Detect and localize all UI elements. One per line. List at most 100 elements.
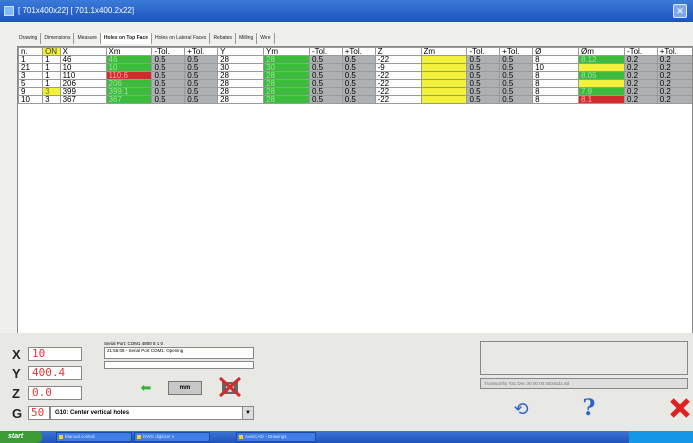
column-header[interactable]: -Tol.: [623, 47, 658, 56]
table-cell[interactable]: 0.5: [184, 71, 219, 80]
table-cell[interactable]: 10: [18, 95, 44, 104]
window-close-button[interactable]: ✕: [673, 4, 687, 18]
table-cell[interactable]: 0.5: [308, 87, 343, 96]
table-cell[interactable]: 0.2: [656, 55, 692, 64]
table-cell[interactable]: 367: [59, 95, 107, 104]
table-row[interactable]: 9 3 399 399.1 0.5 0.5 28 28 0.5 0.5 -22 0.5 0.5 8 7.9 0…: [18, 87, 692, 96]
table-row[interactable]: 10 3 367 367 0.5 0.5 28 28 0.5 0.5 -22 0.5 0.5 8 8.1 0.…: [18, 95, 692, 104]
column-header[interactable]: Zm: [420, 47, 468, 56]
table-cell[interactable]: [420, 87, 468, 96]
table-cell[interactable]: 1: [42, 71, 61, 80]
table-cell[interactable]: 0.5: [499, 87, 534, 96]
table-cell[interactable]: 8.1: [578, 95, 625, 104]
table-cell[interactable]: 0.5: [184, 87, 219, 96]
column-header[interactable]: n.: [18, 47, 44, 56]
table-cell[interactable]: 0.5: [184, 55, 219, 64]
taskbar-item-autocad[interactable]: AutoCAD - Drawing1: [236, 432, 316, 442]
table-cell[interactable]: 0.2: [656, 71, 692, 80]
table-row[interactable]: 3 1 110 110.6 0.5 0.5 28 28 0.5 0.5 -22 0.5 0.5 8 8.05…: [18, 71, 692, 80]
table-cell[interactable]: 367: [105, 95, 153, 104]
table-cell[interactable]: 0.5: [341, 55, 376, 64]
taskbar-item-dwg[interactable]: DWG digitizer v: [134, 432, 210, 442]
table-cell[interactable]: 0.5: [308, 63, 343, 72]
column-header[interactable]: -Tol.: [308, 47, 343, 56]
table-cell[interactable]: 0.5: [184, 95, 219, 104]
refresh-icon[interactable]: ⟲: [510, 399, 532, 419]
tab-measure[interactable]: Measure: [74, 33, 101, 44]
table-cell[interactable]: 0.2: [623, 63, 658, 72]
column-header[interactable]: Ym: [263, 47, 310, 56]
table-row[interactable]: 1 1 46 46 0.5 0.5 28 28 0.5 0.5 -22 0.5 0.5 8 8.12 0.2 0…: [18, 55, 692, 64]
table-cell[interactable]: 206: [105, 79, 153, 88]
table-cell[interactable]: -22: [374, 71, 422, 80]
table-cell[interactable]: 110.6: [105, 71, 153, 80]
table-cell[interactable]: 0.5: [151, 71, 186, 80]
table-cell[interactable]: 0.5: [184, 79, 219, 88]
table-cell[interactable]: 28: [217, 95, 264, 104]
table-cell[interactable]: 3: [42, 95, 61, 104]
table-cell[interactable]: 1: [18, 55, 44, 64]
table-cell[interactable]: 1: [42, 79, 61, 88]
table-cell[interactable]: 7.9: [578, 87, 625, 96]
table-row[interactable]: 5 1 206 206 0.5 0.5 28 28 0.5 0.5 -22 0.5 0.5 8 0.2 0.2: [18, 79, 692, 88]
column-header[interactable]: +Tol.: [184, 47, 219, 56]
table-cell[interactable]: 0.5: [308, 55, 343, 64]
table-cell[interactable]: 0.5: [151, 63, 186, 72]
table-cell[interactable]: 0.5: [341, 71, 376, 80]
table-cell[interactable]: 8: [532, 71, 579, 80]
table-cell[interactable]: 8: [532, 79, 579, 88]
column-header[interactable]: +Tol.: [341, 47, 376, 56]
table-cell[interactable]: 21: [18, 63, 44, 72]
table-cell[interactable]: -22: [374, 79, 422, 88]
tab-holes-on-top-face[interactable]: Holes on Top Face: [100, 33, 153, 44]
table-cell[interactable]: 0.5: [466, 79, 501, 88]
column-header[interactable]: Y: [217, 47, 264, 56]
table-cell[interactable]: 30: [263, 63, 310, 72]
column-header[interactable]: +Tol.: [656, 47, 692, 56]
table-cell[interactable]: 10: [105, 63, 153, 72]
tab-dimensions[interactable]: Dimensions: [41, 33, 75, 44]
table-cell[interactable]: 0.2: [623, 79, 658, 88]
chevron-down-icon[interactable]: ▼: [242, 407, 253, 419]
taskbar-item-manual-control[interactable]: Manual control: [56, 432, 132, 442]
table-cell[interactable]: 0.2: [623, 71, 658, 80]
table-cell[interactable]: [420, 95, 468, 104]
table-cell[interactable]: 0.2: [656, 79, 692, 88]
table-cell[interactable]: 0.5: [466, 63, 501, 72]
column-header[interactable]: X: [59, 47, 107, 56]
table-cell[interactable]: 30: [217, 63, 264, 72]
column-header[interactable]: -Tol.: [466, 47, 501, 56]
table-cell[interactable]: 28: [217, 55, 264, 64]
column-header[interactable]: Ø: [532, 47, 579, 56]
table-cell[interactable]: [578, 63, 625, 72]
tab-rebates[interactable]: Rebates: [210, 33, 237, 44]
table-cell[interactable]: 28: [263, 79, 310, 88]
tab-milling[interactable]: Milling: [236, 33, 258, 44]
unit-button[interactable]: mm: [168, 381, 202, 395]
tab-wire[interactable]: Wire: [257, 33, 275, 44]
table-cell[interactable]: 28: [263, 87, 310, 96]
table-cell[interactable]: 206: [59, 79, 107, 88]
table-cell[interactable]: 0.5: [184, 63, 219, 72]
table-cell[interactable]: 0.5: [308, 71, 343, 80]
table-cell[interactable]: 0.5: [341, 63, 376, 72]
table-cell[interactable]: 8: [532, 55, 579, 64]
table-cell[interactable]: 9: [18, 87, 44, 96]
table-cell[interactable]: 0.5: [151, 87, 186, 96]
column-header[interactable]: Xm: [105, 47, 153, 56]
table-cell[interactable]: [578, 79, 625, 88]
table-cell[interactable]: 0.5: [308, 79, 343, 88]
table-cell[interactable]: 8: [532, 87, 579, 96]
table-cell[interactable]: 0.5: [308, 95, 343, 104]
tab-holes-on-lateral-faces[interactable]: Holes on Lateral Faces: [152, 33, 211, 44]
table-cell[interactable]: -22: [374, 55, 422, 64]
table-cell[interactable]: 0.2: [656, 95, 692, 104]
table-cell[interactable]: 8: [532, 95, 579, 104]
table-cell[interactable]: 3: [42, 87, 61, 96]
table-cell[interactable]: 0.5: [466, 55, 501, 64]
table-cell[interactable]: 0.2: [623, 87, 658, 96]
start-button[interactable]: start: [0, 431, 42, 443]
table-cell[interactable]: 1: [42, 55, 61, 64]
table-cell[interactable]: 0.5: [341, 95, 376, 104]
help-icon[interactable]: ?: [577, 395, 601, 421]
